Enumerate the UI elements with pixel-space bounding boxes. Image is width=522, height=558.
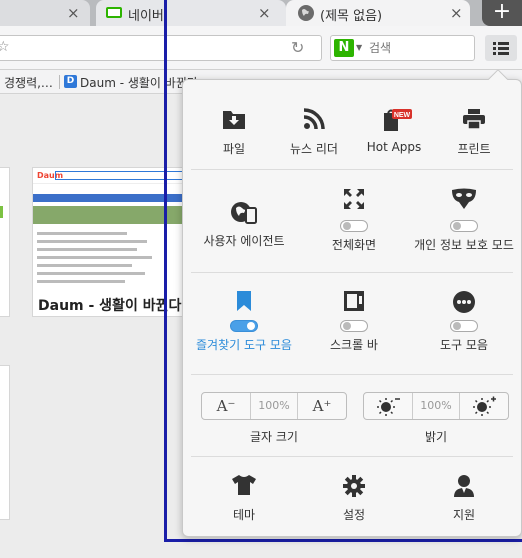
menu-item-privacy-mode[interactable]: 개인 정보 보호 모드 <box>414 188 514 253</box>
menu-item-support[interactable]: 지원 <box>414 474 514 523</box>
more-icon <box>453 291 475 313</box>
mask-icon <box>452 188 476 209</box>
naver-search-engine-icon[interactable]: N <box>334 39 354 57</box>
search-input[interactable] <box>369 39 469 57</box>
speed-dial-thumbnail[interactable] <box>0 167 10 317</box>
star-icon[interactable]: ☆ <box>0 39 10 55</box>
chevron-down-icon[interactable]: ▼ <box>356 43 362 52</box>
refresh-icon[interactable]: ↻ <box>291 38 304 57</box>
tab-close-button[interactable]: × <box>258 4 271 22</box>
menu-item-bookmarks-toolbar[interactable]: 즐겨찾기 도구 모음 <box>194 290 294 353</box>
menu-item-theme[interactable]: 테마 <box>194 474 294 523</box>
tab-naver[interactable]: 네이버 × <box>96 0 286 26</box>
main-menu-panel: 파일 뉴스 리더 NEW Hot Apps 프린트 사용자 에이전트 전체화면 … <box>182 69 522 537</box>
hot-apps-icon: NEW <box>384 109 412 131</box>
bookmark-icon <box>237 291 251 311</box>
tab-label: 네이버 <box>128 9 164 24</box>
support-icon <box>454 475 474 497</box>
speed-dial-thumbnail[interactable] <box>0 365 10 520</box>
menu-item-fullscreen[interactable]: 전체화면 <box>304 188 404 253</box>
text-size-label: 글자 크기 <box>250 430 298 444</box>
rss-icon <box>303 108 325 130</box>
bookmark-label: Daum - 생활이 바뀐다 <box>80 76 198 90</box>
address-bar[interactable]: ☆ ↻ <box>0 35 322 61</box>
text-size-decrease-button[interactable]: A⁻ <box>202 393 250 419</box>
bookmark-separator <box>59 75 60 89</box>
new-tab-button[interactable]: + <box>482 0 522 26</box>
menu-divider <box>191 374 513 375</box>
tab-untitled[interactable]: (제목 없음) × <box>286 0 470 26</box>
tshirt-icon <box>232 475 256 495</box>
printer-icon <box>463 109 485 130</box>
brightness-decrease-button[interactable] <box>364 393 412 419</box>
toolbar: ☆ ↻ N ▼ <box>0 26 522 70</box>
brightness-control: 100% <box>363 392 509 420</box>
menu-button[interactable] <box>485 35 517 61</box>
menu-divider <box>191 456 513 457</box>
brightness-value: 100% <box>412 393 460 419</box>
menu-item-toolbar[interactable]: 도구 모음 <box>414 290 514 353</box>
text-size-value: 100% <box>250 393 298 419</box>
search-box[interactable]: N ▼ <box>330 35 475 61</box>
menu-divider <box>191 169 513 170</box>
brightness-increase-button[interactable] <box>460 393 508 419</box>
daum-favicon-icon: D <box>64 75 77 88</box>
menu-item-print[interactable]: 프린트 <box>424 108 522 157</box>
tab-1[interactable]: × <box>0 0 90 26</box>
menu-item-scroll-bar[interactable]: 스크롤 바 <box>304 290 404 353</box>
menu-item-settings[interactable]: 설정 <box>304 474 404 523</box>
bookmark-item-daum[interactable]: D Daum - 생활이 바뀐다 <box>64 74 198 91</box>
tab-bar: × 네이버 × (제목 없음) × + <box>0 0 522 26</box>
new-badge: NEW <box>394 112 411 119</box>
tab-close-button[interactable]: × <box>450 4 463 22</box>
tab-close-button[interactable]: × <box>67 4 80 22</box>
download-icon <box>223 111 245 129</box>
list-menu-icon <box>493 42 509 55</box>
brightness-up-icon <box>473 396 496 416</box>
bookmarks-toolbar-toggle[interactable] <box>230 320 258 332</box>
bookmark-item[interactable]: 경쟁력,… <box>4 74 53 91</box>
focus-outline <box>164 0 167 542</box>
toolbar-toggle[interactable] <box>450 320 478 332</box>
brightness-label: 밝기 <box>424 430 448 444</box>
focus-outline <box>164 539 522 542</box>
privacy-mode-toggle[interactable] <box>450 220 478 232</box>
menu-item-user-agent[interactable]: 사용자 에이전트 <box>194 200 294 249</box>
globe-icon <box>298 5 314 21</box>
scroll-bar-toggle[interactable] <box>340 320 368 332</box>
fullscreen-toggle[interactable] <box>340 220 368 232</box>
scrollbar-icon <box>344 291 364 311</box>
thumbnail-caption: Daum - 생활이 바뀐다 <box>38 295 182 315</box>
brightness-down-icon <box>377 398 400 416</box>
user-agent-icon <box>231 202 257 224</box>
naver-favicon-icon <box>106 7 122 18</box>
gear-icon <box>343 475 365 497</box>
tab-label: (제목 없음) <box>320 9 383 24</box>
text-size-increase-button[interactable]: A⁺ <box>298 393 346 419</box>
fullscreen-icon <box>344 189 364 209</box>
menu-divider <box>191 272 513 273</box>
text-size-control: A⁻ 100% A⁺ <box>201 392 347 420</box>
